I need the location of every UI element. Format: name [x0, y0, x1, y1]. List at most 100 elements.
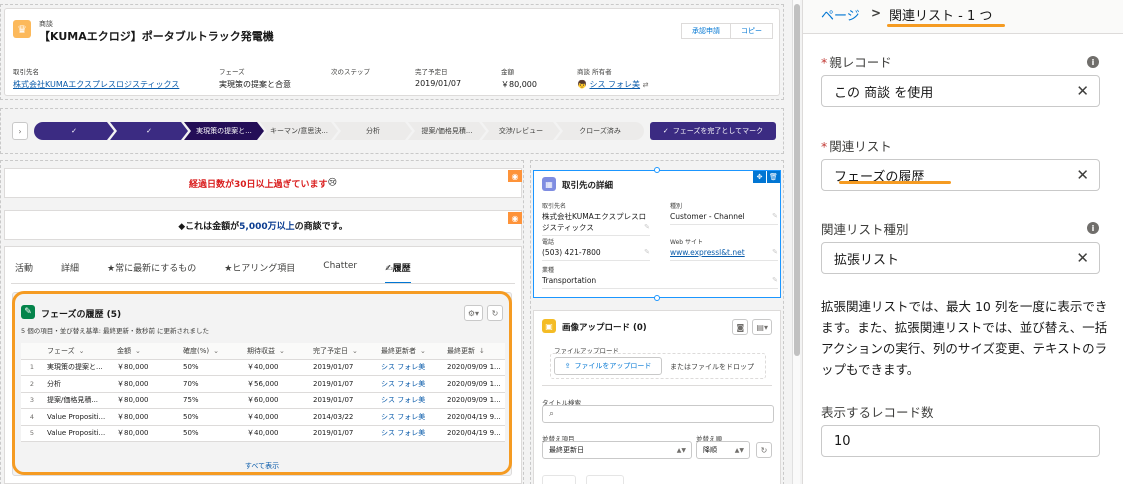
approval-request-button[interactable]: 承認申請 — [681, 23, 731, 39]
canvas-scrollbar[interactable] — [792, 0, 800, 484]
chevron-down-icon: ⌄ — [352, 346, 358, 355]
scrollbar-thumb[interactable] — [794, 4, 800, 356]
mark-stage-complete-button[interactable]: ✓ フェーズを完了としてマーク — [650, 122, 776, 140]
change-owner-icon[interactable]: ⇄ — [643, 81, 649, 89]
website-link[interactable]: www.expressl&t.net — [670, 248, 745, 257]
tab-activity[interactable]: 活動 — [15, 261, 33, 284]
column-header[interactable]: 金額 ⌄ — [113, 343, 179, 360]
path-stage-7[interactable]: 交渉/レビュー — [482, 122, 560, 140]
title-search-input[interactable]: ⌕ — [542, 405, 774, 423]
search-icon: ⌕ — [549, 409, 555, 419]
chevron-down-icon: ⌄ — [279, 346, 285, 355]
refresh-icon[interactable]: ↻ — [487, 305, 503, 321]
field-owner: 商談 所有者 👦 シス フォレ美 ⇄ — [577, 68, 649, 89]
table-row[interactable]: 2 分析 ￥80,000 70% ￥56,000 2019/01/07 シス フォレ美 202… — [21, 375, 505, 393]
camera-icon[interactable]: ◙ — [732, 319, 749, 335]
column-header[interactable]: 最終更新者 ⌄ — [377, 343, 443, 360]
table-cell[interactable]: シス フォレ美 — [377, 359, 443, 376]
path-stage-5[interactable]: 分析 — [334, 122, 412, 140]
account-detail-card[interactable]: ▦ 取引先の詳細 ✥ 🗑 取引先名 株式会社KUMAエクスプレスロジスティックス… — [533, 170, 781, 298]
trash-icon[interactable]: 🗑 — [767, 171, 780, 183]
related-list-field[interactable]: フェーズの履歴 ✕ — [821, 159, 1100, 191]
header-actions: 承認申請 コピー — [681, 23, 773, 39]
column-header[interactable]: フェーズ ⌄ — [43, 343, 113, 360]
orange-underline — [887, 24, 1005, 27]
sort-field-select[interactable]: 最終更新日 ▲▼ — [542, 441, 692, 459]
table-cell: ￥60,000 — [243, 392, 309, 409]
row-number: 3 — [21, 392, 43, 409]
view-all-link[interactable]: すべて表示 — [13, 461, 511, 471]
account-industry-field: 業種 Transportation ✎ — [542, 265, 778, 289]
path-stage-1[interactable]: ✓ — [34, 122, 114, 140]
eye-icon: ◉ — [508, 170, 522, 182]
column-header[interactable]: 期待収益 ⌄ — [243, 343, 309, 360]
clear-icon[interactable]: ✕ — [1076, 166, 1089, 184]
path-stage-2[interactable]: ✓ — [110, 122, 188, 140]
resize-handle[interactable] — [654, 295, 660, 301]
table-cell: 50% — [179, 425, 243, 442]
gear-icon[interactable]: ⚙▾ — [463, 305, 483, 321]
tab-history[interactable]: ✍履歴 — [385, 261, 411, 284]
rich-text-banner-days[interactable]: 経過日数が30日以上過ぎています 😢 ◉ — [4, 168, 522, 198]
refresh-icon[interactable]: ↻ — [756, 442, 772, 458]
move-icon[interactable]: ✥ — [753, 171, 766, 183]
account-icon: ▦ — [542, 177, 556, 191]
related-list-type-field[interactable]: 拡張リスト ✕ — [821, 242, 1100, 274]
tab-details[interactable]: 詳細 — [61, 261, 79, 284]
table-row[interactable]: 4 Value Propositi... ￥80,000 50% ￥40,000 2014… — [21, 408, 505, 426]
table-row[interactable]: 1 実現策の提案と... ￥80,000 50% ￥40,000 2019/01/07 シス… — [21, 359, 505, 376]
table-row[interactable]: 3 提案/価格見積... ￥80,000 75% ￥60,000 2019/01/07 シス… — [21, 392, 505, 409]
rich-text-banner-amount[interactable]: ◆これは金額が 5,000万以上 の商談です。 ◉ — [4, 210, 522, 240]
info-icon[interactable]: i — [1087, 222, 1099, 234]
path-stage-6[interactable]: 提案/価格見積... — [408, 122, 486, 140]
copy-button[interactable]: コピー — [731, 23, 773, 39]
path-toggle-icon[interactable]: › — [12, 122, 28, 140]
record-header[interactable]: ♛ 商談 【KUMAエクロジ】ポータブルトラック発電機 承認申請 コピー 取引先… — [4, 8, 780, 96]
table-cell[interactable]: シス フォレ美 — [377, 392, 443, 409]
upload-files-button[interactable]: ⇪ ファイルをアップロード — [554, 357, 662, 375]
breadcrumb-page-link[interactable]: ページ — [821, 5, 860, 24]
path-stage-8[interactable]: クローズ済み — [556, 122, 644, 140]
related-list-subtitle: 5 個の項目・並び替え基準: 最終更新・数秒前 に更新されました — [21, 327, 210, 335]
row-number: 4 — [21, 408, 43, 426]
owner-link[interactable]: シス フォレ美 — [590, 80, 641, 89]
clear-icon[interactable]: ✕ — [1076, 249, 1089, 267]
account-link[interactable]: 株式会社KUMAエクスプレスロジスティックス — [13, 79, 179, 90]
tab-chatter[interactable]: Chatter — [323, 261, 357, 284]
table-cell: ￥40,000 — [243, 408, 309, 426]
table-cell: 2019/01/07 — [309, 425, 377, 442]
resize-handle[interactable] — [654, 167, 660, 173]
parent-record-field[interactable]: この 商談 を使用 ✕ — [821, 75, 1100, 107]
crown-icon: ♛ — [13, 20, 31, 38]
info-icon[interactable]: i — [1087, 56, 1099, 68]
column-header[interactable]: 最終更新 ↓ — [443, 343, 505, 360]
sort-order-select[interactable]: 降順 ▲▼ — [696, 441, 750, 459]
related-list-stage-history[interactable]: ✎ フェーズの履歴 (5) 5 個の項目・並び替え基準: 最終更新・数秒前 に更… — [12, 292, 512, 476]
column-header[interactable]: 確度(%) ⌄ — [179, 343, 243, 360]
table-cell: 70% — [179, 375, 243, 393]
related-list-help-text: 拡張関連リストでは、最大 10 列を一度に表示できます。また、拡張関連リストでは… — [821, 299, 1108, 377]
table-cell: 実現策の提案と... — [43, 359, 113, 376]
table-row[interactable]: 5 Value Propositi... ￥80,000 50% ￥40,000 2019… — [21, 425, 505, 442]
image-upload-card[interactable]: ▣ 画像アップロード (0) ◙ ▤▾ ファイルアップロード ⇪ ファイルをアップ… — [533, 310, 781, 484]
column-header — [21, 343, 43, 360]
breadcrumb-separator: > — [871, 6, 882, 20]
table-cell[interactable]: シス フォレ美 — [377, 425, 443, 442]
record-count-input[interactable]: 10 — [821, 425, 1100, 457]
tab-always-update[interactable]: ★常に最新にするもの — [107, 261, 196, 284]
layout-menu-icon[interactable]: ▤▾ — [752, 319, 772, 335]
path-stage-4[interactable]: キーマン/意思決... — [260, 122, 338, 140]
table-cell[interactable]: シス フォレ美 — [377, 408, 443, 426]
path-stage-3[interactable]: 実現策の提案と... — [184, 122, 264, 140]
next-button[interactable] — [586, 475, 624, 484]
tab-hearing[interactable]: ★ヒアリング項目 — [224, 261, 295, 284]
row-number: 5 — [21, 425, 43, 442]
orange-underline — [839, 181, 951, 184]
clear-icon[interactable]: ✕ — [1076, 82, 1089, 100]
breadcrumb-current: 関連リスト - 1 つ — [889, 9, 993, 24]
table-cell[interactable]: シス フォレ美 — [377, 375, 443, 393]
prev-button[interactable] — [542, 475, 576, 484]
column-header[interactable]: 完了予定日 ⌄ — [309, 343, 377, 360]
related-list-tools: ⚙▾ ↻ — [463, 305, 503, 321]
table-cell: Value Propositi... — [43, 425, 113, 442]
